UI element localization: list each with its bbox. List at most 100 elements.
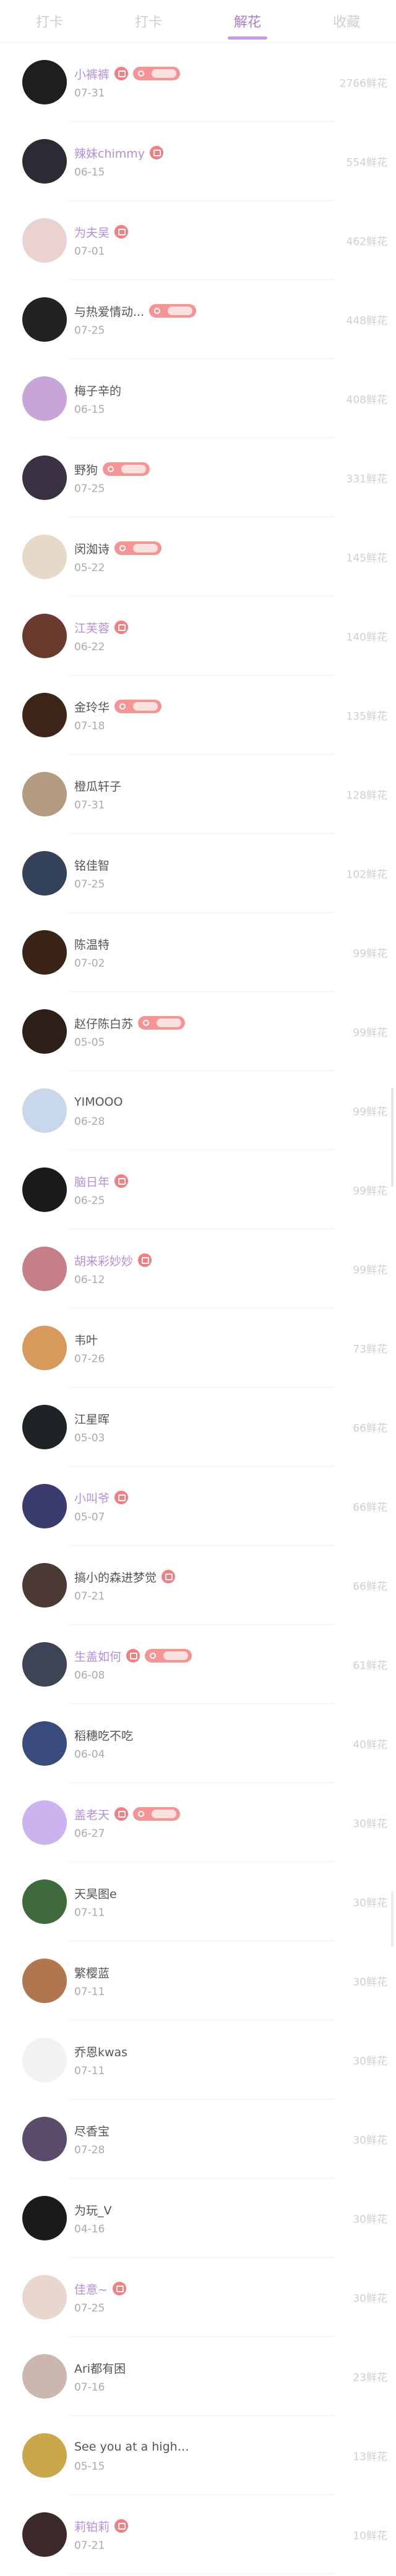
avatar[interactable] [22, 2275, 67, 2320]
list-item[interactable]: 韦叶 07-26 73鲜花 [0, 1308, 396, 1388]
name-line: 天昊图e [74, 1884, 396, 1902]
flower-count: 66鲜花 [353, 1422, 387, 1435]
list-item[interactable]: 梅子辛的 06-15 408鲜花 [0, 359, 396, 438]
avatar[interactable] [22, 139, 67, 184]
list-item[interactable]: 铭佳智 07-25 102鲜花 [0, 834, 396, 913]
list-item[interactable]: 赵仔陈白苏 05-05 99鲜花 [0, 992, 396, 1071]
list-item[interactable]: 闵洳诗 05-22 145鲜花 [0, 517, 396, 596]
list-item[interactable]: 生盖如何 06-08 61鲜花 [0, 1625, 396, 1704]
vip-badge-icon [161, 1570, 176, 1583]
list-item[interactable]: 乔恩kwas 07-11 30鲜花 [0, 2020, 396, 2099]
list-item[interactable]: 搞小的森进梦觉 07-21 66鲜花 [0, 1546, 396, 1625]
avatar[interactable] [22, 1879, 67, 1924]
list-item-info: 生盖如何 06-08 [74, 1647, 396, 1682]
vip-badge-icon [114, 1807, 129, 1821]
avatar[interactable] [22, 1642, 67, 1687]
list-item[interactable]: 佳意~ 07-25 30鲜花 [0, 2258, 396, 2337]
avatar[interactable] [22, 693, 67, 737]
list-item[interactable]: 尽香宝 07-28 30鲜花 [0, 2099, 396, 2179]
user-name: 稻穗吃不吃 [74, 1729, 134, 1743]
list-item[interactable]: 金玲华 07-18 135鲜花 [0, 676, 396, 755]
avatar[interactable] [22, 1088, 67, 1133]
list-item[interactable]: 橙瓜轩子 07-31 128鲜花 [0, 755, 396, 834]
tab-flowers[interactable]: 解花 [227, 11, 268, 40]
user-name: 尽香宝 [74, 2124, 110, 2138]
avatar[interactable] [22, 930, 67, 975]
avatar[interactable] [22, 1484, 67, 1528]
user-name: 生盖如何 [74, 1650, 122, 1664]
list-item[interactable]: 盖老天 06-27 30鲜花 [0, 1783, 396, 1862]
flower-count: 73鲜花 [353, 1343, 387, 1356]
vip-badge-icon [112, 2282, 126, 2295]
user-name: 为玩_V [74, 2203, 112, 2218]
tab-checkin[interactable]: 打卡 [30, 11, 69, 31]
scrollbar-thumb[interactable] [391, 1891, 394, 1947]
name-line: 韦叶 [74, 1331, 396, 1348]
avatar[interactable] [22, 218, 67, 263]
user-list: 小裤裤 07-31 2766鲜花 辣妹chimmy 06-15 554鲜花 为夫吴 07-01… [0, 43, 396, 2574]
list-item[interactable]: Ari都有困 07-16 23鲜花 [0, 2337, 396, 2416]
date: 06-04 [74, 1748, 105, 1761]
avatar[interactable] [22, 1563, 67, 1608]
avatar[interactable] [22, 376, 67, 421]
list-item-info: 韦叶 07-26 [74, 1331, 396, 1366]
avatar[interactable] [22, 297, 67, 342]
list-item[interactable]: 陈温特 07-02 99鲜花 [0, 913, 396, 992]
list-item-info: 尽香宝 07-28 [74, 2122, 396, 2157]
avatar[interactable] [22, 2196, 67, 2240]
avatar[interactable] [22, 535, 67, 579]
user-name: 为夫吴 [74, 226, 110, 240]
avatar[interactable] [22, 1326, 67, 1370]
flower-count: 10鲜花 [353, 2530, 387, 2543]
avatar[interactable] [22, 60, 67, 104]
flower-count: 135鲜花 [346, 710, 387, 723]
avatar[interactable] [22, 1009, 67, 1054]
date: 07-02 [74, 957, 105, 970]
avatar[interactable] [22, 2433, 67, 2478]
list-item[interactable]: 天昊图e 07-11 30鲜花 [0, 1862, 396, 1941]
avatar[interactable] [22, 1721, 67, 1766]
avatar[interactable] [22, 2512, 67, 2557]
list-item[interactable]: 胡来彩妙妙 06-12 99鲜花 [0, 1229, 396, 1308]
avatar[interactable] [22, 1247, 67, 1291]
list-item[interactable]: 为玩_V 04-16 30鲜花 [0, 2179, 396, 2258]
avatar[interactable] [22, 614, 67, 658]
user-name: 赵仔陈白苏 [74, 1017, 134, 1031]
avatar[interactable] [22, 1405, 67, 1449]
tab-favorites[interactable]: 收藏 [327, 11, 366, 31]
list-item[interactable]: 脑日年 06-25 99鲜花 [0, 1150, 396, 1229]
list-item[interactable]: 繁樱蓝 07-11 30鲜花 [0, 1941, 396, 2020]
list-item[interactable]: 江星晖 05-03 66鲜花 [0, 1388, 396, 1467]
list-item[interactable]: 小裤裤 07-31 2766鲜花 [0, 43, 396, 122]
list-item[interactable]: See you at a higher level. 05-15 13鲜花 [0, 2416, 396, 2495]
list-item[interactable]: 莉铂莉 07-21 10鲜花 [0, 2495, 396, 2574]
avatar[interactable] [22, 1167, 67, 1212]
avatar[interactable] [22, 2038, 67, 2082]
avatar[interactable] [22, 2354, 67, 2399]
user-name: 盖老天 [74, 1808, 110, 1822]
list-item[interactable]: 野狗 07-25 331鲜花 [0, 438, 396, 517]
list-item[interactable]: 小叫爷 05-07 66鲜花 [0, 1467, 396, 1546]
avatar[interactable] [22, 1800, 67, 1845]
list-item[interactable]: 辣妹chimmy 06-15 554鲜花 [0, 122, 396, 201]
avatar[interactable] [22, 772, 67, 816]
level-badge-icon [138, 1016, 186, 1030]
list-item[interactable]: 与热爱情动... 07-25 448鲜花 [0, 280, 396, 359]
name-line: Ari都有困 [74, 2359, 396, 2376]
level-badge-icon [114, 541, 162, 555]
list-item[interactable]: 为夫吴 07-01 462鲜花 [0, 201, 396, 280]
user-name: 梅子辛的 [74, 384, 122, 398]
list-item[interactable]: YIMOOO 06-28 99鲜花 [0, 1071, 396, 1150]
avatar[interactable] [22, 2117, 67, 2161]
list-item[interactable]: 稻穗吃不吃 06-04 40鲜花 [0, 1704, 396, 1783]
list-item[interactable]: 江芙蓉 06-22 140鲜花 [0, 596, 396, 676]
avatar[interactable] [22, 851, 67, 896]
date: 04-16 [74, 2223, 105, 2235]
tab-checkin-2[interactable]: 打卡 [129, 11, 168, 31]
flower-count: 61鲜花 [353, 1659, 387, 1672]
avatar[interactable] [22, 1959, 67, 2003]
avatar[interactable] [22, 455, 67, 500]
date: 07-21 [74, 1590, 105, 1603]
list-item-info: 盖老天 06-27 [74, 1805, 396, 1840]
scrollbar[interactable] [391, 1088, 394, 1187]
